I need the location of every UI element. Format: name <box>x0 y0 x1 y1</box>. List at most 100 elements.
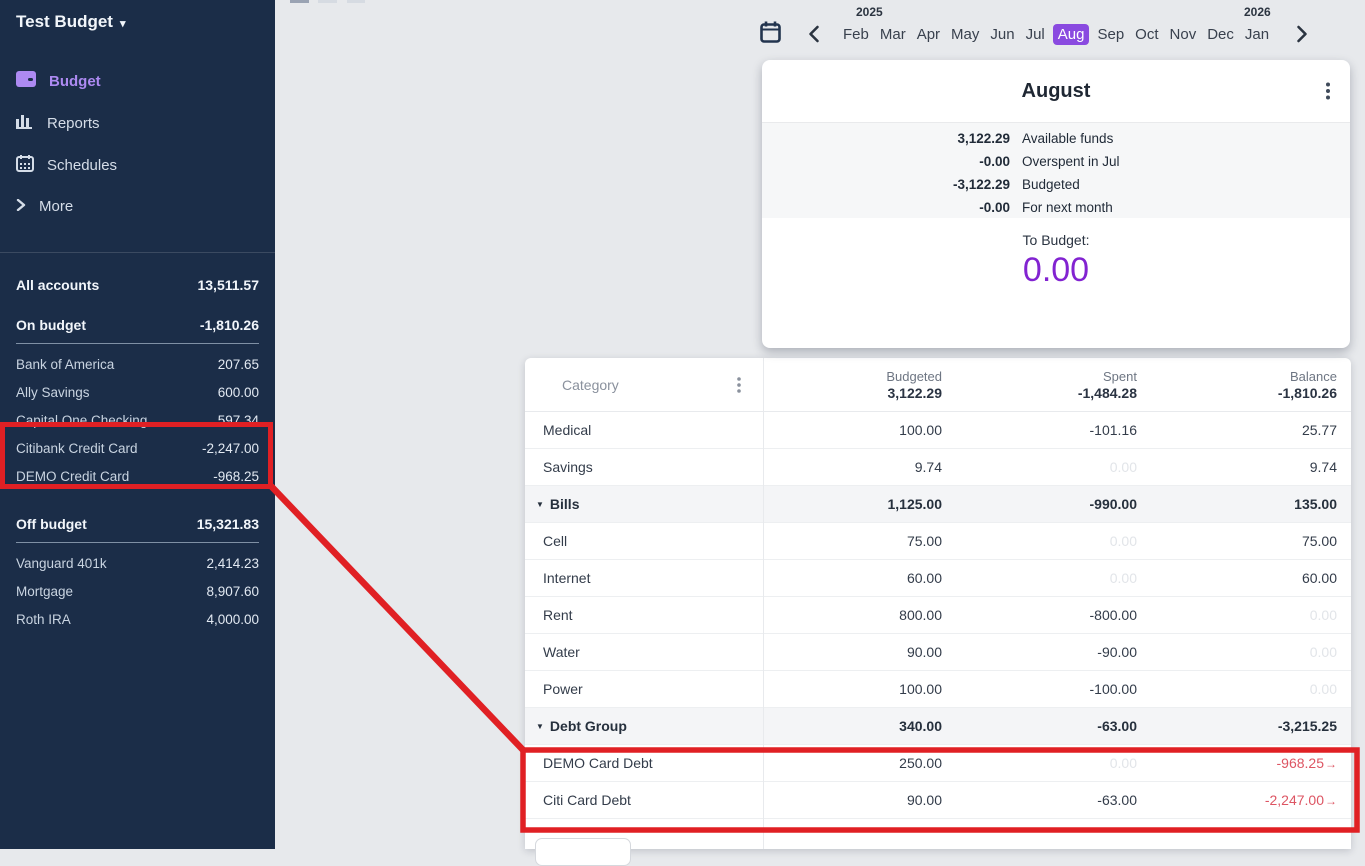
add-group-button[interactable] <box>535 838 631 866</box>
sidebar-item-schedules[interactable]: Schedules <box>0 144 275 187</box>
sidebar-item-budget[interactable]: Budget <box>0 60 275 102</box>
caret-down-icon: ▾ <box>120 17 126 30</box>
balance-cell[interactable]: 25.77 <box>1137 422 1337 438</box>
chevron-left-icon <box>808 30 820 47</box>
next-month-button[interactable] <box>1296 25 1308 48</box>
category-row-savings[interactable]: Savings 9.74 0.00 9.74 <box>525 449 1351 486</box>
sidebar-item-label: More <box>39 198 73 215</box>
sidebar-item-reports[interactable]: Reports <box>0 102 275 144</box>
account-name: DEMO Credit Card <box>16 469 129 484</box>
month-mar[interactable]: Mar <box>880 24 906 45</box>
category-row-power[interactable]: Power 100.00 -100.00 0.00 <box>525 671 1351 708</box>
spent-cell[interactable]: 0.00 <box>942 533 1137 549</box>
spent-cell[interactable]: -800.00 <box>942 607 1137 623</box>
sidebar-item-label: Schedules <box>47 157 117 174</box>
group-row-bills[interactable]: ▼ Bills 1,125.00 -990.00 135.00 <box>525 486 1351 523</box>
budgeted-column-header[interactable]: Budgeted 3,122.29 <box>763 368 942 402</box>
account-row-roth-ira[interactable]: Roth IRA 4,000.00 <box>16 605 259 633</box>
budgeted-cell[interactable]: 100.00 <box>763 681 942 697</box>
all-accounts-row[interactable]: All accounts 13,511.57 <box>16 267 259 307</box>
budgeted-cell[interactable]: 90.00 <box>763 792 942 808</box>
balance-cell[interactable]: -968.25→ <box>1137 755 1337 771</box>
category-row-internet[interactable]: Internet 60.00 0.00 60.00 <box>525 560 1351 597</box>
month-feb[interactable]: Feb <box>843 24 869 45</box>
year-label-right: 2026 <box>1244 5 1271 19</box>
wallet-icon <box>16 71 36 91</box>
month-apr[interactable]: Apr <box>917 24 940 45</box>
month-aug-selected[interactable]: Aug <box>1053 24 1090 45</box>
month-jan[interactable]: Jan <box>1245 24 1269 45</box>
budgeted-cell[interactable]: 800.00 <box>763 607 942 623</box>
month-jun[interactable]: Jun <box>990 24 1014 45</box>
category-name: Citi Card Debt <box>543 792 631 808</box>
off-budget-underline <box>16 542 259 543</box>
to-budget-value[interactable]: 0.00 <box>762 251 1350 290</box>
spent-column-header[interactable]: Spent -1,484.28 <box>942 368 1137 402</box>
previous-month-button[interactable] <box>808 25 820 48</box>
triangle-down-icon[interactable]: ▼ <box>536 722 544 731</box>
spent-label: Spent <box>942 368 1137 385</box>
category-name: Power <box>543 681 583 697</box>
category-row-cell[interactable]: Cell 75.00 0.00 75.00 <box>525 523 1351 560</box>
account-row-bank-of-america[interactable]: Bank of America 207.65 <box>16 350 259 378</box>
account-balance: -2,247.00 <box>202 441 259 456</box>
month-jul[interactable]: Jul <box>1026 24 1045 45</box>
account-row-ally-savings[interactable]: Ally Savings 600.00 <box>16 378 259 406</box>
group-row-debt-group[interactable]: ▼ Debt Group 340.00 -63.00 -3,215.25 <box>525 708 1351 745</box>
balance-column-header[interactable]: Balance -1,810.26 <box>1137 368 1337 402</box>
on-budget-row[interactable]: On budget -1,810.26 <box>16 307 259 341</box>
category-row-citi-card-debt[interactable]: Citi Card Debt 90.00 -63.00 -2,247.00→ <box>525 782 1351 819</box>
balance-cell[interactable]: 75.00 <box>1137 533 1337 549</box>
triangle-down-icon[interactable]: ▼ <box>536 500 544 509</box>
off-budget-row[interactable]: Off budget 15,321.83 <box>16 506 259 540</box>
spent-cell[interactable]: 0.00 <box>942 459 1137 475</box>
account-row-mortgage[interactable]: Mortgage 8,907.60 <box>16 577 259 605</box>
budgeted-cell[interactable]: 60.00 <box>763 570 942 586</box>
month-menu-kebab-icon[interactable] <box>1326 82 1330 105</box>
month-sep[interactable]: Sep <box>1097 24 1124 45</box>
balance-cell[interactable]: 0.00 <box>1137 681 1337 697</box>
spent-cell[interactable]: -90.00 <box>942 644 1137 660</box>
month-dec[interactable]: Dec <box>1207 24 1234 45</box>
budget-table: Category Budgeted 3,122.29 Spent -1,484.… <box>525 358 1351 849</box>
category-row-water[interactable]: Water 90.00 -90.00 0.00 <box>525 634 1351 671</box>
sidebar-item-more[interactable]: More <box>0 187 275 226</box>
budgeted-cell[interactable]: 90.00 <box>763 644 942 660</box>
available-funds-label: Available funds <box>1022 131 1113 146</box>
budgeted-cell[interactable]: 9.74 <box>763 459 942 475</box>
spent-cell[interactable]: 0.00 <box>942 755 1137 771</box>
account-name: Ally Savings <box>16 385 90 400</box>
category-row-rent[interactable]: Rent 800.00 -800.00 0.00 <box>525 597 1351 634</box>
spent-cell[interactable]: -63.00 <box>942 792 1137 808</box>
year-label-left: 2025 <box>856 5 883 19</box>
budgeted-cell[interactable]: 100.00 <box>763 422 942 438</box>
account-row-capital-one-checking[interactable]: Capital One Checking 597.34 <box>16 406 259 434</box>
category-row-demo-card-debt[interactable]: DEMO Card Debt 250.00 0.00 -968.25→ <box>525 745 1351 782</box>
spent-cell[interactable]: -100.00 <box>942 681 1137 697</box>
category-name: Savings <box>543 459 593 475</box>
month-oct[interactable]: Oct <box>1135 24 1158 45</box>
spent-cell[interactable]: -101.16 <box>942 422 1137 438</box>
month-nov[interactable]: Nov <box>1170 24 1197 45</box>
account-balance: -968.25 <box>213 469 259 484</box>
balance-cell[interactable]: 60.00 <box>1137 570 1337 586</box>
funds-summary: 3,122.29 Available funds -0.00 Overspent… <box>762 122 1350 218</box>
spent-cell[interactable]: 0.00 <box>942 570 1137 586</box>
category-row-medical[interactable]: Medical 100.00 -101.16 25.77 <box>525 412 1351 449</box>
budgeted-cell[interactable]: 250.00 <box>763 755 942 771</box>
account-name: Mortgage <box>16 584 73 599</box>
account-row-demo-credit-card[interactable]: DEMO Credit Card -968.25 <box>16 462 259 490</box>
account-row-vanguard-401k[interactable]: Vanguard 401k 2,414.23 <box>16 549 259 577</box>
balance-cell[interactable]: -2,247.00→ <box>1137 792 1337 808</box>
calendar-picker-button[interactable] <box>760 21 781 49</box>
account-name: Vanguard 401k <box>16 556 107 571</box>
balance-cell[interactable]: 0.00 <box>1137 644 1337 660</box>
budgeted-cell[interactable]: 75.00 <box>763 533 942 549</box>
balance-cell[interactable]: 0.00 <box>1137 607 1337 623</box>
month-may[interactable]: May <box>951 24 979 45</box>
budget-file-switcher[interactable]: Test Budget ▾ <box>0 0 275 32</box>
category-menu-kebab-icon[interactable] <box>737 377 741 398</box>
balance-cell: -3,215.25 <box>1137 718 1337 734</box>
balance-cell[interactable]: 9.74 <box>1137 459 1337 475</box>
account-row-citibank-credit-card[interactable]: Citibank Credit Card -2,247.00 <box>16 434 259 462</box>
